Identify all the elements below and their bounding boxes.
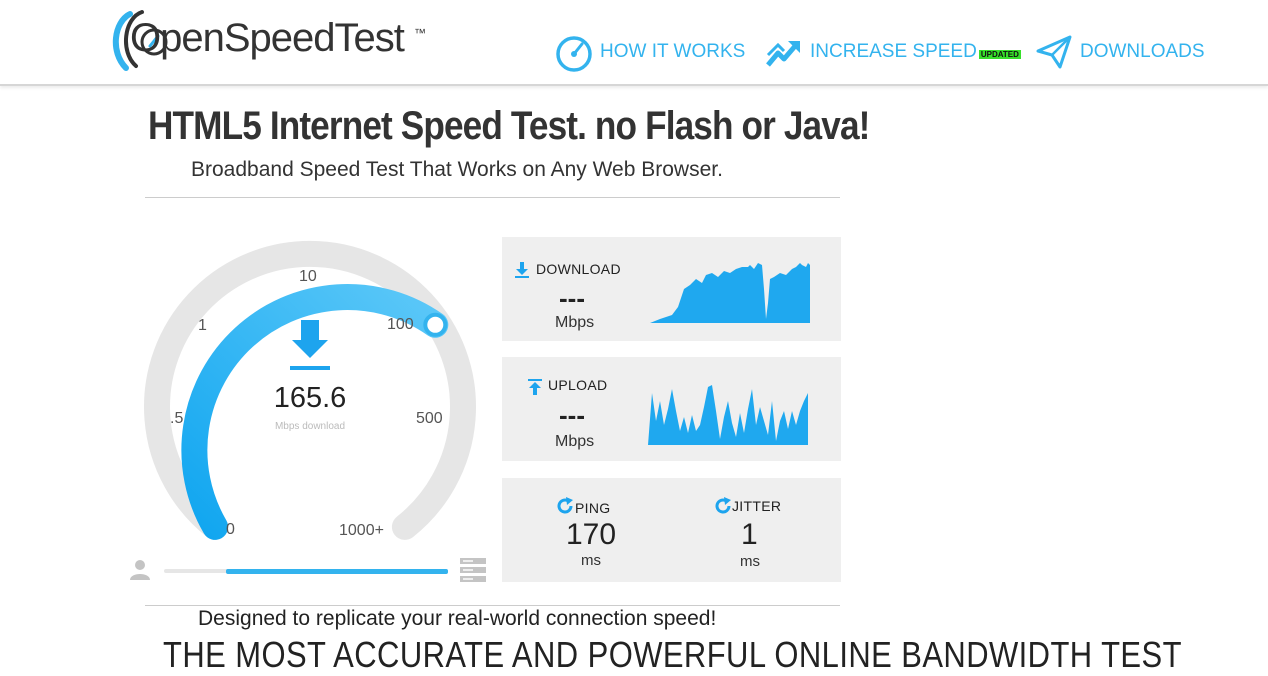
download-panel: DOWNLOAD --- Mbps [502, 237, 841, 341]
upload-panel: UPLOAD --- Mbps [502, 357, 841, 461]
download-unit: Mbps [555, 314, 595, 331]
nav-label: HOW IT WORKS [600, 41, 746, 62]
gauge-speed-value: 165.6 [273, 382, 347, 414]
upload-small-icon [528, 379, 542, 395]
gauge-tick: 100 [387, 316, 414, 333]
trend-arrow-icon [766, 41, 800, 67]
gauge-tick: 500 [416, 410, 443, 427]
page-subtitle: Broadband Speed Test That Works on Any W… [191, 158, 723, 181]
download-arrow-icon [290, 320, 330, 370]
logo-text: OpenSpeedTest [130, 16, 405, 60]
speedometer-icon [556, 36, 592, 72]
gauge-tick: 1000+ [339, 522, 384, 539]
site-header: OpenSpeedTest ™ HOW IT WORKS INCREASE SP… [0, 0, 1268, 86]
jitter-unit: ms [740, 553, 760, 570]
upload-graph [648, 385, 808, 445]
section-heading: THE MOST ACCURATE AND POWERFUL ONLINE BA… [163, 634, 1182, 675]
gauge-tick: 1 [198, 317, 207, 334]
server-icon [460, 558, 486, 582]
tagline: Designed to replicate your real-world co… [198, 607, 717, 630]
download-graph [650, 263, 810, 323]
nav-label: INCREASE SPEED [810, 41, 977, 62]
divider [145, 605, 840, 606]
upload-value: --- [559, 400, 585, 430]
nav-downloads[interactable]: DOWNLOADS [1036, 32, 1205, 72]
nav-increase-speed[interactable]: INCREASE SPEED UPDATED [766, 32, 1021, 72]
ping-refresh-icon [557, 497, 573, 514]
download-value: --- [559, 283, 585, 313]
jitter-value: 1 [741, 518, 758, 551]
upload-unit: Mbps [555, 433, 595, 450]
download-label: DOWNLOAD [536, 261, 621, 277]
gauge-tick: 10 [299, 268, 317, 285]
updated-badge: UPDATED [978, 49, 1021, 59]
upload-label: UPLOAD [548, 377, 608, 393]
gauge-tick: 0 [226, 521, 235, 538]
ping-label: PING [575, 500, 611, 516]
gauge-tick: .5 [170, 410, 184, 427]
nav-how-it-works[interactable]: HOW IT WORKS [554, 32, 745, 72]
page-title: HTML5 Internet Speed Test. no Flash or J… [148, 104, 870, 148]
paper-plane-icon [1036, 35, 1072, 69]
gauge-needle-knob [423, 312, 448, 337]
ping-value: 170 [566, 518, 617, 551]
ping-unit: ms [581, 552, 601, 569]
logo-trademark: ™ [414, 26, 426, 40]
download-small-icon [515, 262, 529, 278]
jitter-refresh-icon [715, 497, 731, 514]
divider [145, 197, 840, 198]
gauge-speed-unit: Mbps download [274, 421, 346, 432]
site-logo[interactable]: OpenSpeedTest ™ [108, 8, 438, 74]
progress-bar [226, 569, 448, 574]
nav-label: DOWNLOADS [1080, 41, 1205, 62]
user-icon [130, 560, 150, 580]
jitter-label: JITTER [732, 498, 782, 514]
latency-panel: PING 170 ms JITTER 1 ms [502, 478, 841, 582]
